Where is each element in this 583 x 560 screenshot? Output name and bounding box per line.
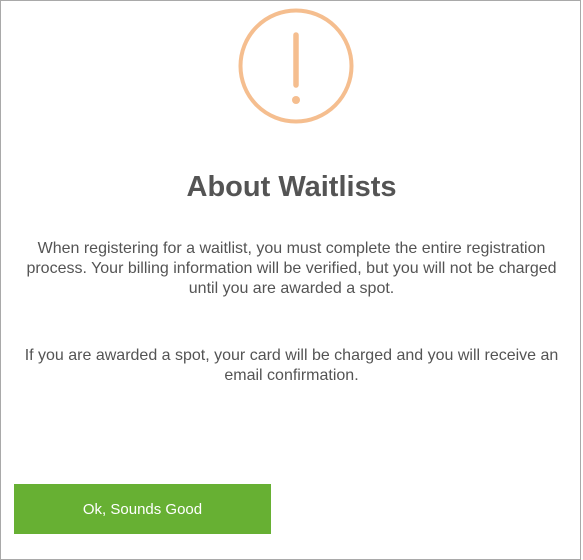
exclamation-circle-icon bbox=[237, 7, 355, 125]
waitlist-dialog: About Waitlists When registering for a w… bbox=[0, 0, 581, 560]
dialog-title: About Waitlists bbox=[186, 171, 397, 203]
ok-sounds-good-button[interactable]: Ok, Sounds Good bbox=[14, 484, 271, 534]
dialog-paragraph-billing: When registering for a waitlist, you mus… bbox=[26, 240, 557, 297]
dialog-paragraph-charge: If you are awarded a spot, your card wil… bbox=[24, 347, 559, 384]
